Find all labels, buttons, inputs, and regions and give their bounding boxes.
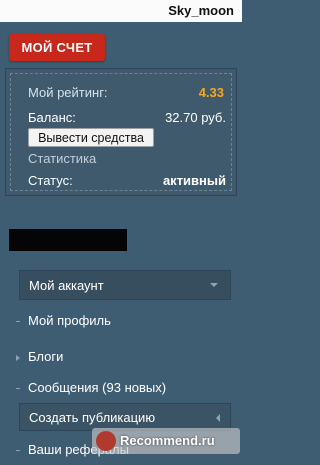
chevron-right-icon [16,355,20,361]
top-bar: Sky_moon [0,0,242,22]
menu-item-messages[interactable]: Сообщения (93 новых) [16,380,167,395]
dash-icon [16,321,20,322]
menu-item-profile[interactable]: Мой профиль [16,313,111,328]
statistics-link[interactable]: Статистика [28,151,96,166]
username[interactable]: Sky_moon [168,3,234,18]
menu-item-profile-label: Мой профиль [28,313,111,328]
rating-label: Мой рейтинг: [28,85,108,100]
my-account-label: Мой аккаунт [29,278,104,293]
menu-item-blogs[interactable]: Блоги [16,349,64,364]
dash-icon [16,450,20,451]
balance-label: Баланс: [28,110,76,125]
watermark: Recommend.ru [92,428,240,454]
menu-item-messages-label: Сообщения (93 новых) [28,380,167,395]
chevron-left-icon [216,414,220,422]
logo-icon [96,431,116,451]
menu-item-create-publication[interactable]: Создать публикацию [19,403,231,431]
rating-value: 4.33 [198,85,224,100]
watermark-text: Recommend.ru [120,433,215,448]
my-account-menu-header[interactable]: Мой аккаунт [19,270,231,300]
menu-item-blogs-label: Блоги [28,349,64,364]
my-account-badge: МОЙ СЧЕТ [9,34,105,61]
dash-icon [16,388,20,389]
withdraw-button[interactable]: Вывести средства [28,128,154,147]
balance-value: 32.70 руб. [165,110,226,125]
status-label: Статус: [28,173,73,188]
redacted-box [9,229,127,251]
chevron-down-icon [210,283,218,287]
menu-item-create-label: Создать публикацию [29,410,156,425]
status-value: активный [162,173,226,188]
